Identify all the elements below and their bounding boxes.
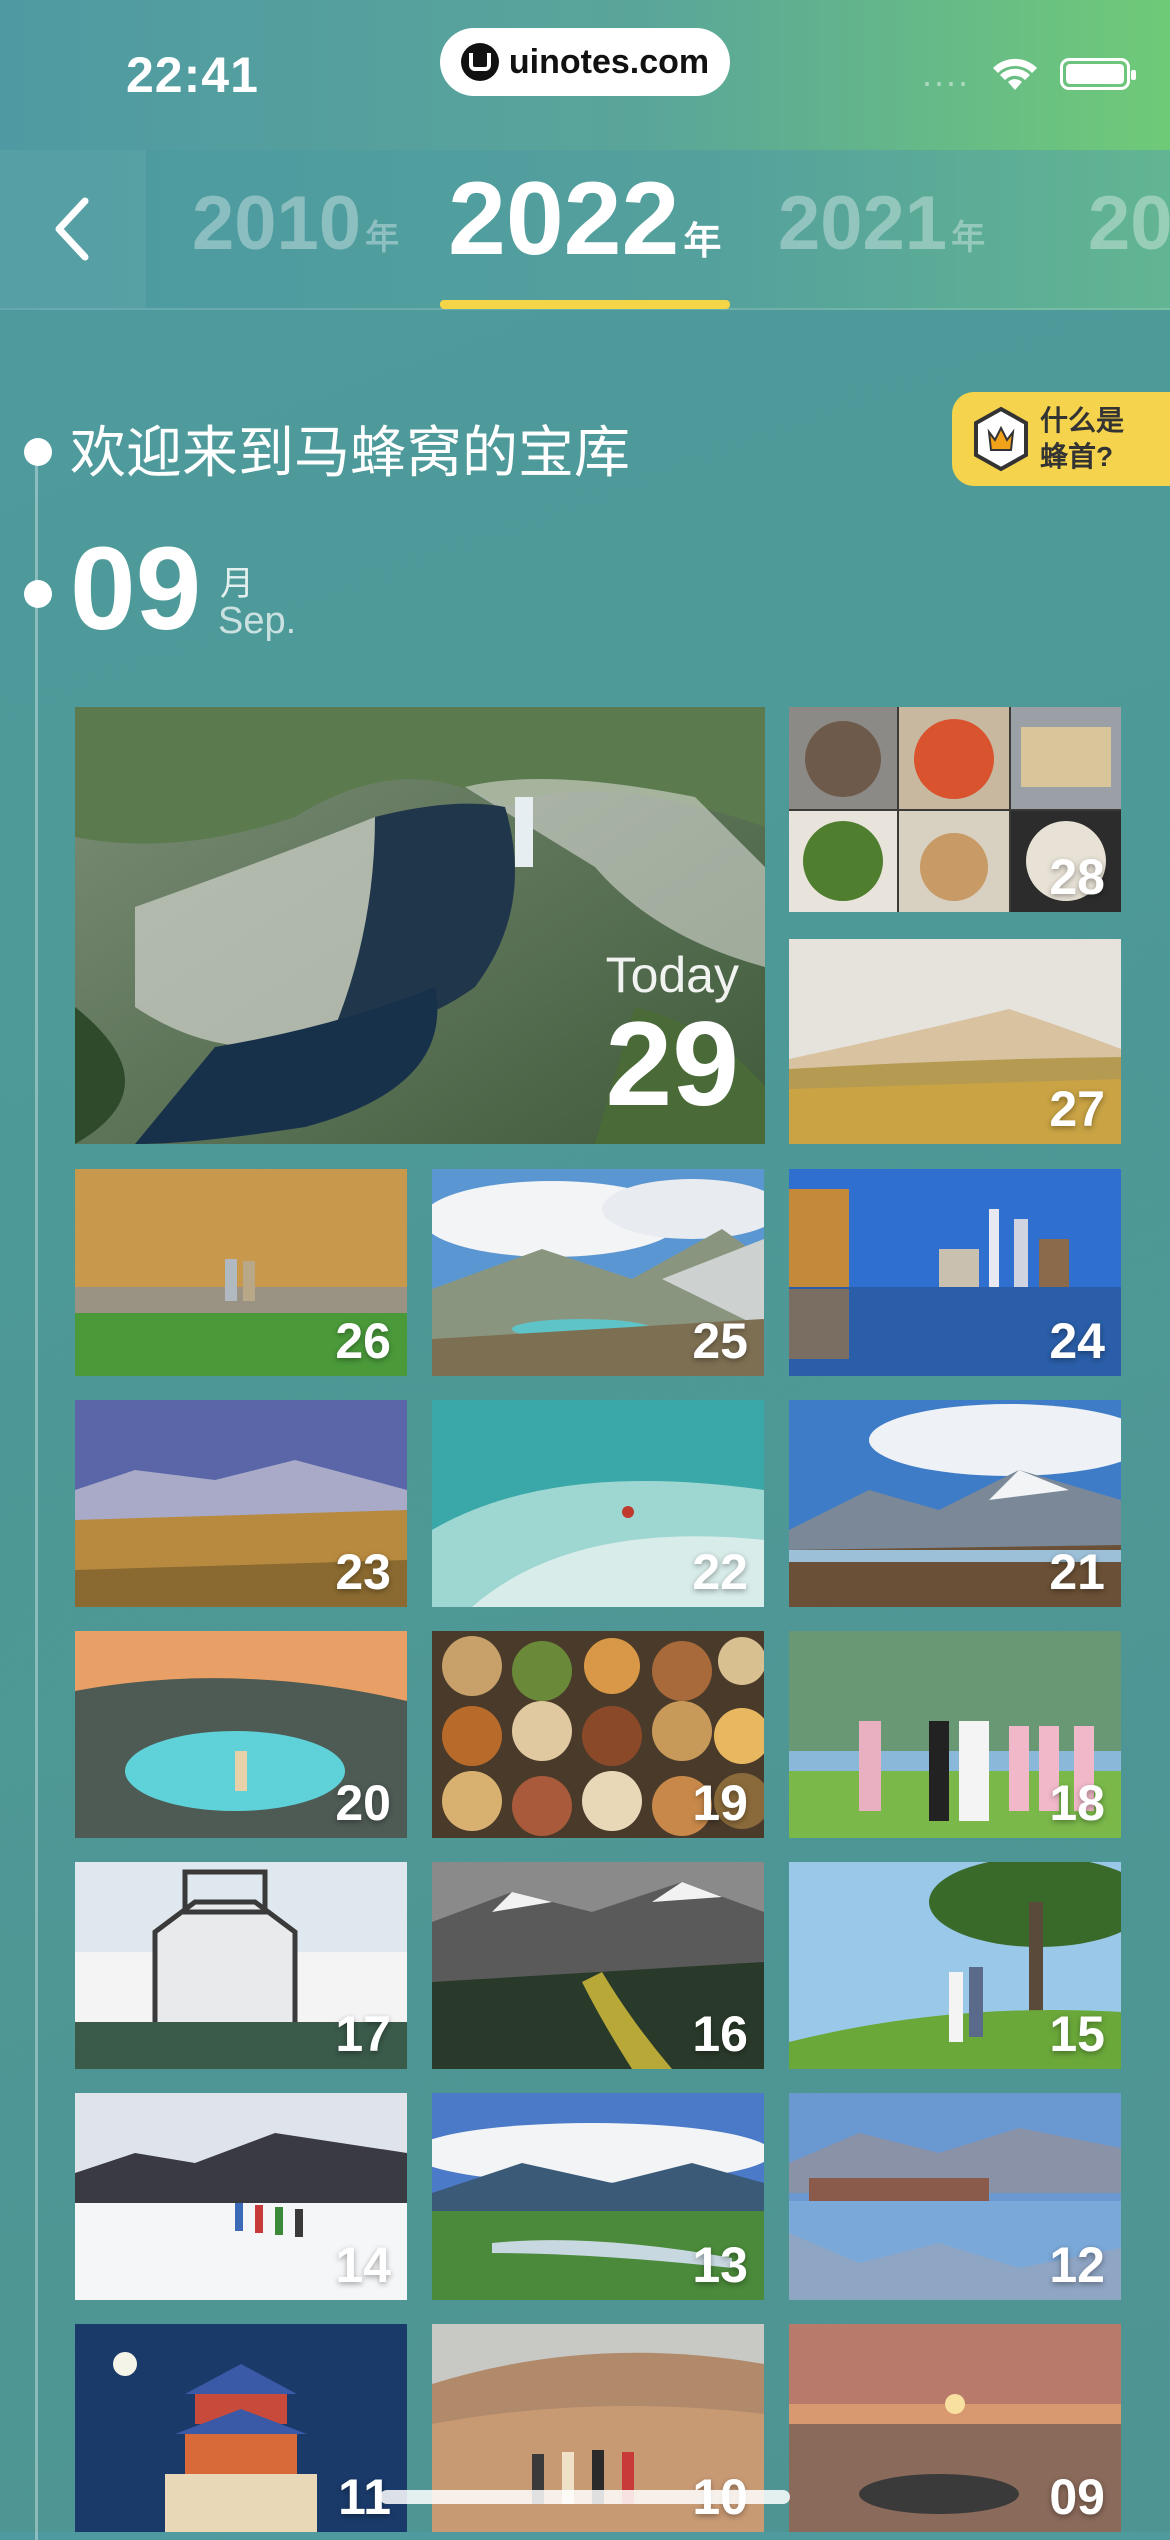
year-tab-2010[interactable]: 2010 年 — [192, 180, 399, 267]
photo-tile-today[interactable]: Today 29 — [75, 707, 765, 1144]
day-number: 12 — [1049, 2237, 1105, 2293]
signal-icon: .... — [921, 53, 970, 94]
back-arrow-icon — [55, 197, 89, 261]
day-number: 18 — [1049, 1775, 1105, 1831]
day-number: 28 — [1049, 849, 1105, 905]
timeline-dot — [24, 438, 52, 466]
photo-tile-28[interactable]: 28 — [789, 707, 1121, 912]
month-number: 09 — [70, 523, 202, 655]
photo-tile-26[interactable]: 26 — [75, 1169, 407, 1376]
photo-tile-17[interactable]: 17 — [75, 1862, 407, 2069]
active-year-indicator — [440, 300, 730, 309]
day-number: 26 — [335, 1313, 391, 1369]
photo-tile-20[interactable]: 20 — [75, 1631, 407, 1838]
photo-tile-22[interactable]: 22 — [432, 1400, 764, 1607]
day-number: 25 — [692, 1313, 748, 1369]
badge-line-1: 什么是 — [1040, 405, 1125, 436]
year-selector: 2010年 2022年 2021年 202 — [0, 150, 1170, 310]
timeline-dot — [24, 580, 52, 608]
day-number: 23 — [335, 1544, 391, 1600]
status-icons: .... — [921, 53, 1136, 94]
photo-tile-19[interactable]: 19 — [432, 1631, 764, 1838]
badge-line-2: 蜂首? — [1040, 441, 1114, 472]
status-bar: 22:41 uinotes.com .... — [0, 0, 1170, 150]
back-button[interactable] — [0, 150, 146, 308]
photo-tile-27[interactable]: 27 — [789, 939, 1121, 1144]
photo-tile-14[interactable]: 14 — [75, 2093, 407, 2300]
month-label-cn: 月 — [220, 565, 254, 603]
today-label: Today — [605, 947, 739, 1003]
photo-tile-24[interactable]: 24 — [789, 1169, 1121, 1376]
year-tab-partial[interactable]: 202 — [1088, 180, 1170, 267]
day-number: 19 — [692, 1775, 748, 1831]
photo-tile-21[interactable]: 21 — [789, 1400, 1121, 1607]
day-number: 15 — [1049, 2006, 1105, 2062]
url-pill[interactable]: uinotes.com — [440, 28, 730, 96]
photo-tile-15[interactable]: 15 — [789, 1862, 1121, 2069]
home-indicator[interactable] — [380, 2490, 790, 2504]
day-number: 16 — [692, 2006, 748, 2062]
day-number: 20 — [335, 1775, 391, 1831]
photo-tile-13[interactable]: 13 — [432, 2093, 764, 2300]
bee-icon — [974, 406, 1028, 472]
what-is-fengshou-button[interactable]: 什么是 蜂首? — [952, 392, 1170, 486]
wifi-icon — [993, 58, 1037, 90]
photo-tile-12[interactable]: 12 — [789, 2093, 1121, 2300]
photo-tile-25[interactable]: 25 — [432, 1169, 764, 1376]
url-text: uinotes.com — [508, 42, 710, 81]
battery-icon — [1060, 58, 1136, 90]
day-number: 09 — [1049, 2469, 1105, 2525]
year-tab-2021[interactable]: 2021 年 — [778, 180, 985, 267]
day-number: 14 — [335, 2237, 391, 2293]
status-time: 22:41 — [126, 47, 259, 103]
day-number: 13 — [692, 2237, 748, 2293]
day-number: 17 — [335, 2006, 391, 2062]
photo-tile-23[interactable]: 23 — [75, 1400, 407, 1607]
today-day-number: 29 — [605, 997, 739, 1131]
photo-tile-16[interactable]: 16 — [432, 1862, 764, 2069]
day-number: 21 — [1049, 1544, 1105, 1600]
welcome-title: 欢迎来到马蜂窝的宝库 — [70, 421, 630, 484]
day-number: 24 — [1049, 1313, 1105, 1369]
timeline-line — [35, 440, 38, 2540]
photo-tile-11[interactable]: 11 — [75, 2324, 407, 2532]
day-number: 22 — [692, 1544, 748, 1600]
uinotes-logo-icon — [460, 43, 499, 81]
year-tab-2022[interactable]: 2022 年 — [448, 160, 721, 279]
photo-tile-09[interactable]: 09 — [789, 2324, 1121, 2532]
day-number: 27 — [1049, 1081, 1105, 1137]
month-label-en: Sep. — [218, 600, 297, 642]
photo-tile-18[interactable]: 18 — [789, 1631, 1121, 1838]
